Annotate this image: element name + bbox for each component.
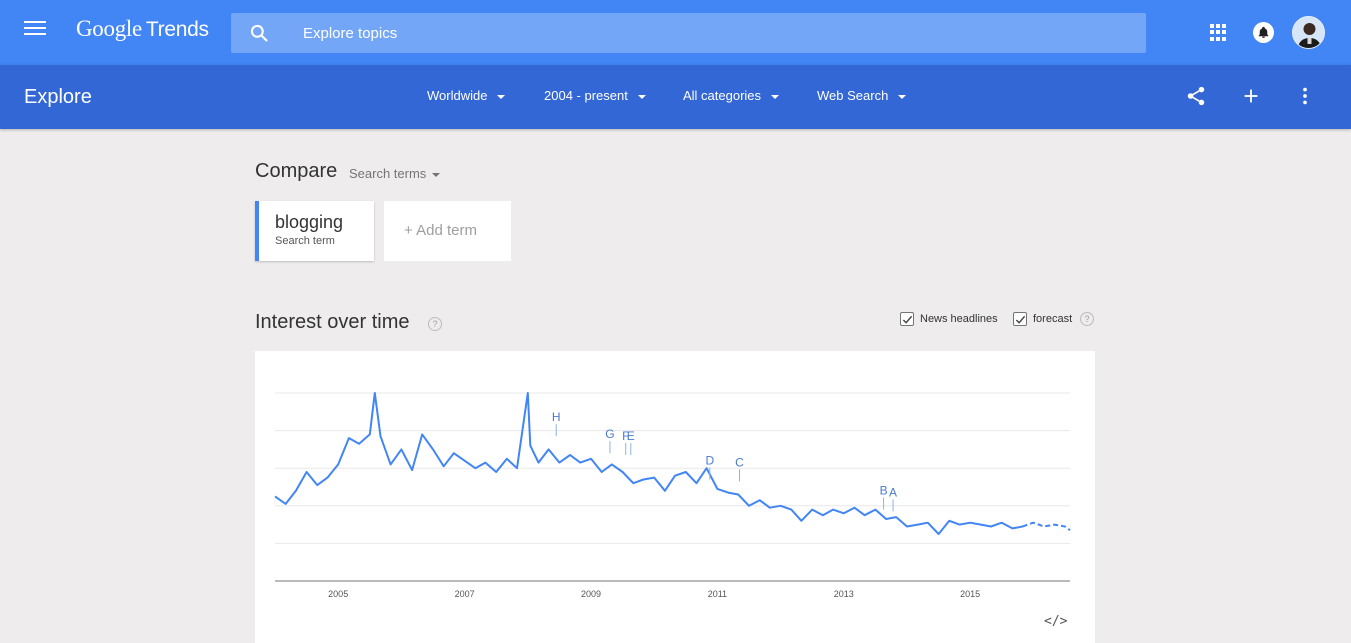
caret-down-icon xyxy=(497,94,506,99)
news-marker-label[interactable]: D xyxy=(705,453,714,467)
add-term-button[interactable]: + Add term xyxy=(384,201,511,261)
check-icon xyxy=(902,315,913,324)
interest-series-line xyxy=(274,392,1023,535)
term-name: blogging xyxy=(275,212,344,232)
add-icon[interactable] xyxy=(1240,85,1262,107)
share-icon[interactable] xyxy=(1185,85,1207,107)
page-title: Explore xyxy=(24,86,92,108)
apps-grid-icon[interactable] xyxy=(1210,24,1227,41)
news-marker-label[interactable]: A xyxy=(889,485,897,499)
explore-toolbar: Explore Worldwide 2004 - present All cat… xyxy=(0,65,1351,129)
interest-over-time-heading: Interest over time xyxy=(255,311,410,333)
region-filter-label: Worldwide xyxy=(427,88,488,103)
help-icon[interactable]: ? xyxy=(428,317,442,331)
compare-heading: Compare xyxy=(255,160,338,182)
term-card-blogging[interactable]: blogging Search term xyxy=(255,201,374,261)
forecast-help-icon[interactable]: ? xyxy=(1080,312,1094,326)
x-tick-label: 2005 xyxy=(328,589,348,599)
logo-trends-text: Trends xyxy=(145,18,209,41)
news-headlines-label: News headlines xyxy=(920,313,998,325)
news-marker-label[interactable]: E xyxy=(627,429,635,443)
forecast-checkbox[interactable] xyxy=(1013,312,1027,326)
compare-mode-label: Search terms xyxy=(349,166,427,181)
menu-icon[interactable] xyxy=(24,21,46,39)
forecast-label: forecast xyxy=(1033,313,1073,325)
interest-line-chart[interactable]: 2005 2007 2009 2011 2013 2015HG FED CB A xyxy=(255,351,1095,643)
property-filter[interactable]: Web Search xyxy=(817,88,907,103)
embed-code-icon[interactable]: </> xyxy=(1044,614,1067,629)
news-marker-label[interactable]: H xyxy=(552,410,561,424)
category-filter[interactable]: All categories xyxy=(683,88,780,103)
google-trends-logo[interactable]: Google Trends xyxy=(76,16,209,42)
interest-chart-card: 2005 2007 2009 2011 2013 2015 H G F E D C B A xyxy=(255,351,1095,643)
forecast-series-line xyxy=(1022,521,1071,532)
caret-down-icon xyxy=(637,94,646,99)
region-filter[interactable]: Worldwide xyxy=(427,88,506,103)
caret-down-icon xyxy=(771,94,780,99)
term-type: Search term xyxy=(275,235,335,247)
caret-down-icon xyxy=(898,94,907,99)
news-marker-label[interactable]: B xyxy=(880,484,888,498)
logo-google-text: Google xyxy=(76,16,142,41)
caret-down-icon xyxy=(432,172,441,177)
check-icon xyxy=(1015,315,1026,324)
news-marker-label[interactable]: C xyxy=(735,455,744,469)
x-tick-label: 2007 xyxy=(455,589,475,599)
x-tick-label: 2011 xyxy=(708,589,727,599)
user-avatar[interactable] xyxy=(1292,16,1325,49)
more-vert-icon[interactable] xyxy=(1294,85,1316,107)
search-icon[interactable] xyxy=(249,23,269,43)
notifications-bell-icon[interactable] xyxy=(1253,22,1274,43)
x-tick-label: 2013 xyxy=(834,589,854,599)
property-filter-label: Web Search xyxy=(817,88,889,103)
time-filter[interactable]: 2004 - present xyxy=(544,88,646,103)
news-headlines-checkbox[interactable] xyxy=(900,312,914,326)
category-filter-label: All categories xyxy=(683,88,762,103)
x-tick-label: 2009 xyxy=(581,589,601,599)
compare-mode-dropdown[interactable]: Search terms xyxy=(349,166,441,181)
news-marker-label[interactable]: G xyxy=(605,427,614,441)
search-box[interactable] xyxy=(231,13,1146,53)
time-filter-label: 2004 - present xyxy=(544,88,628,103)
x-tick-label: 2015 xyxy=(960,589,980,599)
top-app-bar: Google Trends xyxy=(0,0,1351,65)
search-input[interactable] xyxy=(303,13,1123,53)
